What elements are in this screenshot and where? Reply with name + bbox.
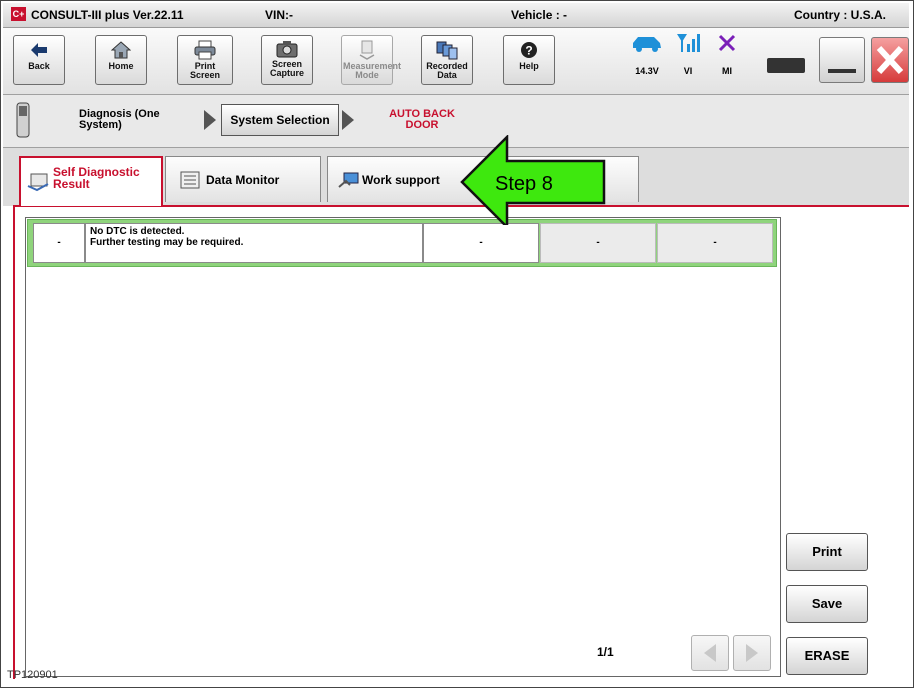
data-monitor-label: Data Monitor xyxy=(206,173,280,187)
data-monitor-icon xyxy=(180,171,200,189)
measurement-mode-label: Measurement Mode xyxy=(343,61,402,80)
dtc-code-cell: - xyxy=(33,223,85,263)
work-support-icon xyxy=(338,172,359,188)
recorded-data-button[interactable]: Recorded Data xyxy=(421,35,473,85)
battery-status: 14.3V xyxy=(629,32,665,76)
voltage-readout: 14.3V xyxy=(635,66,659,76)
disconnected-x-icon xyxy=(718,34,736,52)
car-icon xyxy=(633,37,661,52)
app-window: C+ CONSULT-III plus Ver.22.11 VIN:- Vehi… xyxy=(0,0,914,688)
ecu-module-icon xyxy=(16,102,30,138)
mi-label: MI xyxy=(722,66,732,76)
previous-page-button[interactable] xyxy=(691,635,729,671)
breadcrumb: Diagnosis (One System) System Selection … xyxy=(3,95,909,148)
home-icon xyxy=(111,41,131,59)
tab-bar: Self Diagnostic Result Data Monitor Work… xyxy=(3,148,909,206)
help-button[interactable]: ? Help xyxy=(503,35,555,85)
svg-text:?: ? xyxy=(525,44,532,58)
close-icon xyxy=(876,45,904,75)
dtc-description-line1: No DTC is detected. xyxy=(90,226,185,237)
print-screen-label: Print Screen xyxy=(189,61,221,80)
dtc-description-cell: No DTC is detected. Further testing may … xyxy=(85,223,423,263)
screen-capture-button[interactable]: Screen Capture xyxy=(261,35,313,85)
help-icon: ? xyxy=(521,42,537,58)
minimize-button[interactable] xyxy=(819,37,865,83)
recorded-data-label: Recorded Data xyxy=(426,61,468,80)
next-page-button[interactable] xyxy=(733,635,771,671)
print-screen-button[interactable]: Print Screen xyxy=(177,35,233,85)
country-label: Country : U.S.A. xyxy=(794,8,886,22)
save-button[interactable]: Save xyxy=(786,585,868,623)
camera-icon xyxy=(276,41,298,58)
left-triangle-icon xyxy=(704,644,716,662)
title-bar: C+ CONSULT-III plus Ver.22.11 VIN:- Vehi… xyxy=(3,3,909,28)
dtc-freeze-frame-cell: - xyxy=(540,223,656,263)
main-panel: - No DTC is detected. Further testing ma… xyxy=(13,205,909,679)
back-arrow-icon xyxy=(31,43,47,57)
dtc-description-line2: Further testing may be required. xyxy=(90,237,244,248)
right-triangle-icon xyxy=(746,644,758,662)
recorded-data-icon xyxy=(436,41,458,60)
printer-icon xyxy=(194,40,216,60)
help-label: Help xyxy=(519,61,539,71)
minimize-icon xyxy=(828,69,856,73)
table-row[interactable]: - No DTC is detected. Further testing ma… xyxy=(27,219,777,267)
work-support-label: Work support xyxy=(362,173,440,187)
step-8-label: Step 8 xyxy=(495,173,553,195)
toolbar: Back Home Print Screen Screen Capture Me… xyxy=(3,28,909,95)
tab-data-monitor[interactable]: Data Monitor xyxy=(165,156,321,202)
vin-label: VIN:- xyxy=(265,8,293,22)
breadcrumb-arrow-icon xyxy=(342,110,354,130)
dtc-timing-cell: - xyxy=(657,223,773,263)
dtc-list: - No DTC is detected. Further testing ma… xyxy=(25,217,781,677)
vehicle-label: Vehicle : - xyxy=(511,8,568,22)
home-label: Home xyxy=(108,61,134,71)
app-title: CONSULT-III plus Ver.22.11 xyxy=(31,8,184,22)
page-indicator: 1/1 xyxy=(597,645,614,659)
current-system-label: AUTO BACK DOOR xyxy=(389,108,455,131)
screen-capture-label: Screen Capture xyxy=(269,59,304,78)
measurement-mode-button[interactable]: Measurement Mode xyxy=(341,35,402,85)
self-diagnostic-label: Self Diagnostic Result xyxy=(53,165,140,191)
tab-self-diagnostic-result[interactable]: Self Diagnostic Result xyxy=(19,156,163,206)
device-indicator-icon xyxy=(767,58,805,73)
breadcrumb-diagnosis[interactable]: Diagnosis (One System) xyxy=(79,109,199,131)
erase-button[interactable]: ERASE xyxy=(786,637,868,675)
measurement-icon xyxy=(359,40,375,60)
breadcrumb-arrow-icon xyxy=(204,110,216,130)
vi-label: VI xyxy=(683,66,693,76)
home-button[interactable]: Home xyxy=(95,35,147,85)
print-button[interactable]: Print xyxy=(786,533,868,571)
dtc-status-cell: - xyxy=(423,223,539,263)
self-diagnostic-icon xyxy=(27,173,49,192)
back-button[interactable]: Back xyxy=(13,35,65,85)
consult-logo: C+ xyxy=(11,7,26,21)
vi-status: VI xyxy=(675,32,701,76)
mi-status: MI xyxy=(715,32,739,76)
signal-icon xyxy=(677,34,700,52)
system-selection-button[interactable]: System Selection xyxy=(221,104,339,136)
close-button[interactable] xyxy=(871,37,909,83)
back-label: Back xyxy=(28,61,50,71)
figure-reference: TP120901 xyxy=(7,669,58,681)
